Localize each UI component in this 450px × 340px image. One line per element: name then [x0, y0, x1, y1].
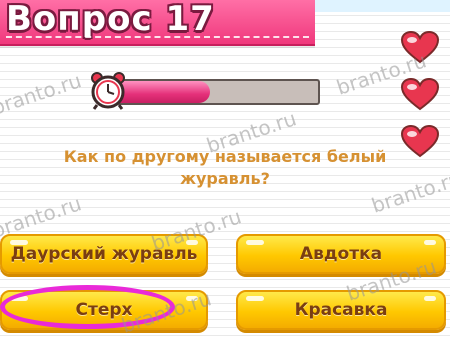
answer-button-1[interactable]: Даурский журавль: [0, 234, 208, 274]
answer-label: Красавка: [294, 300, 388, 320]
alarm-clock-icon: [91, 72, 125, 110]
title-ribbon: Вопрос 17: [0, 0, 315, 46]
heart-icon: [400, 77, 440, 111]
timer-bar: [116, 79, 320, 105]
answer-button-2[interactable]: Авдотка: [236, 234, 446, 274]
question-text: Как по другому называется белый журавль?: [63, 147, 387, 188]
watermark: branto.ru: [0, 68, 85, 120]
timer-bar-fill: [118, 81, 210, 103]
answer-button-3[interactable]: Стерх: [0, 290, 208, 330]
answer-label: Стерх: [75, 300, 133, 320]
answer-label: Авдотка: [299, 244, 383, 264]
answer-button-4[interactable]: Красавка: [236, 290, 446, 330]
question-number-title: Вопрос 17: [6, 0, 215, 39]
answer-label: Даурский журавль: [10, 244, 198, 264]
heart-icon: [400, 30, 440, 64]
